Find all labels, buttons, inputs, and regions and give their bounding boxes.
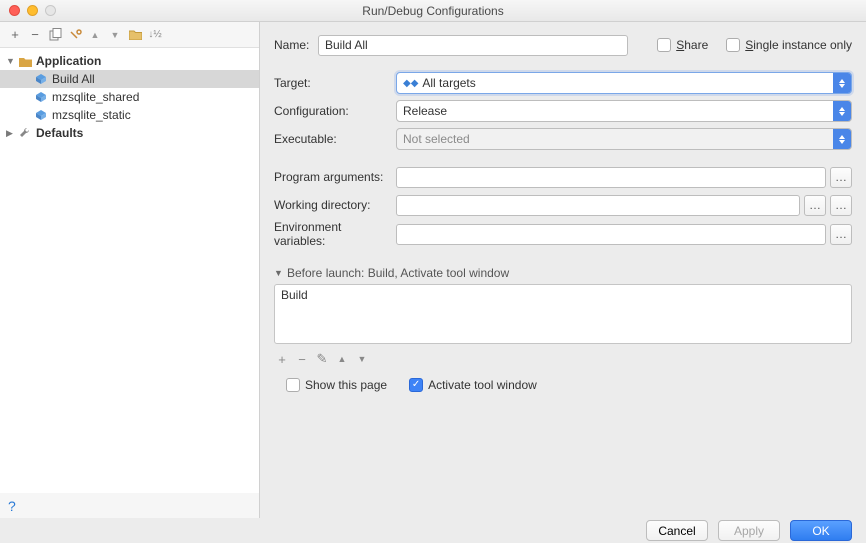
tree-item-build-all[interactable]: Build All xyxy=(0,70,259,88)
window-title: Run/Debug Configurations xyxy=(0,4,866,18)
application-icon xyxy=(18,54,32,68)
env-vars-input[interactable] xyxy=(396,224,826,245)
chevron-updown-icon xyxy=(833,129,851,149)
target-icon xyxy=(34,72,48,86)
tree-item-static[interactable]: mzsqlite_static xyxy=(0,106,259,124)
item-label: mzsqlite_shared xyxy=(52,90,139,104)
sort-icon[interactable]: ↓½ xyxy=(146,26,164,44)
share-checkbox[interactable]: Share xyxy=(657,38,708,52)
working-dir-label: Working directory: xyxy=(274,198,396,212)
working-dir-input[interactable] xyxy=(396,195,800,216)
list-item[interactable]: Build xyxy=(275,285,851,305)
before-launch-header[interactable]: ▼ Before launch: Build, Activate tool wi… xyxy=(274,266,852,280)
chevron-right-icon: ▶ xyxy=(6,128,18,139)
working-dir-vars-button[interactable]: … xyxy=(830,195,852,216)
tree-node-application[interactable]: ▼ Application xyxy=(0,52,259,70)
item-label: mzsqlite_static xyxy=(52,108,131,122)
folder-icon[interactable] xyxy=(126,26,144,44)
config-tree: ▼ Application Build All mzsqlite_shared xyxy=(0,48,259,493)
target-label: Target: xyxy=(274,76,396,90)
select-value: Not selected xyxy=(403,132,470,146)
env-vars-label: Environment variables: xyxy=(274,220,396,248)
add-config-button[interactable]: + xyxy=(6,26,24,44)
help-button[interactable]: ? xyxy=(0,493,259,518)
apply-button[interactable]: Apply xyxy=(718,520,780,541)
working-dir-browse-button[interactable]: … xyxy=(804,195,826,216)
name-input[interactable] xyxy=(318,35,628,56)
before-launch-list[interactable]: Build xyxy=(274,284,852,344)
up-icon[interactable]: ▲ xyxy=(334,350,350,368)
item-label: Build All xyxy=(52,72,95,86)
sidebar-toolbar: + − ▲ ▼ ↓½ xyxy=(0,22,259,48)
node-label: Defaults xyxy=(36,126,83,140)
edit-task-button[interactable]: ✎ xyxy=(314,350,330,368)
target-icon xyxy=(34,90,48,104)
remove-config-button[interactable]: − xyxy=(26,26,44,44)
program-args-input[interactable] xyxy=(396,167,826,188)
single-instance-checkbox[interactable]: Single instance only xyxy=(726,38,852,52)
target-select[interactable]: ◆◆ All targets xyxy=(396,72,852,94)
show-page-checkbox[interactable]: Show this page xyxy=(286,378,387,392)
node-label: Application xyxy=(36,54,101,68)
wrench-icon xyxy=(18,126,32,140)
select-value: All targets xyxy=(422,76,475,90)
titlebar: Run/Debug Configurations xyxy=(0,0,866,22)
targets-icon: ◆◆ xyxy=(403,78,418,89)
executable-select[interactable]: Not selected xyxy=(396,128,852,150)
dialog-buttons: Cancel Apply OK xyxy=(0,518,866,543)
configuration-label: Configuration: xyxy=(274,104,396,118)
before-launch-toolbar: + − ✎ ▲ ▼ xyxy=(274,350,852,368)
remove-task-button[interactable]: − xyxy=(294,350,310,368)
down-icon[interactable]: ▼ xyxy=(106,26,124,44)
target-icon xyxy=(34,108,48,122)
cancel-button[interactable]: Cancel xyxy=(646,520,708,541)
add-task-button[interactable]: + xyxy=(274,350,290,368)
tree-item-shared[interactable]: mzsqlite_shared xyxy=(0,88,259,106)
activate-window-checkbox[interactable]: Activate tool window xyxy=(409,378,537,392)
chevron-down-icon: ▼ xyxy=(6,56,18,66)
ok-button[interactable]: OK xyxy=(790,520,852,541)
tree-node-defaults[interactable]: ▶ Defaults xyxy=(0,124,259,142)
copy-config-button[interactable] xyxy=(46,26,64,44)
select-value: Release xyxy=(403,104,447,118)
chevron-updown-icon xyxy=(833,73,851,93)
up-icon[interactable]: ▲ xyxy=(86,26,104,44)
down-icon[interactable]: ▼ xyxy=(354,350,370,368)
env-vars-browse-button[interactable]: … xyxy=(830,224,852,245)
section-title: Before launch: Build, Activate tool wind… xyxy=(287,266,509,280)
chevron-down-icon: ▼ xyxy=(274,268,284,278)
name-label: Name: xyxy=(274,38,318,52)
executable-label: Executable: xyxy=(274,132,396,146)
program-args-more-button[interactable]: … xyxy=(830,167,852,188)
chevron-updown-icon xyxy=(833,101,851,121)
settings-icon[interactable] xyxy=(66,26,84,44)
program-args-label: Program arguments: xyxy=(274,170,396,184)
configuration-select[interactable]: Release xyxy=(396,100,852,122)
